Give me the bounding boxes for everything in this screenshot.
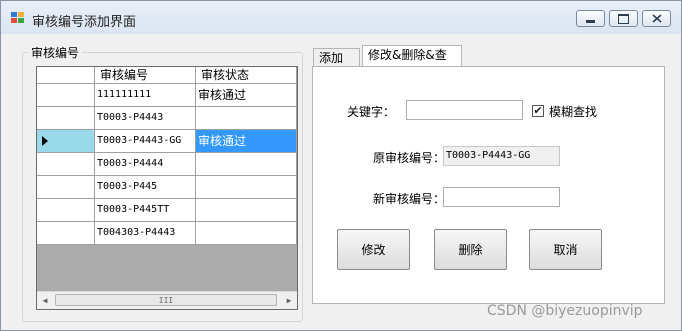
app-window: 审核编号添加界面 审核编号 审核编号 审核状态 111111111 审核通过 T… bbox=[0, 0, 682, 331]
row-header[interactable] bbox=[37, 84, 95, 107]
tab-add[interactable]: 添加 bbox=[313, 48, 360, 67]
new-number-input[interactable] bbox=[443, 187, 560, 207]
watermark-text: CSDN @biyezuopinvip bbox=[487, 303, 643, 319]
row-header[interactable] bbox=[37, 176, 95, 199]
window-content: 审核编号 审核编号 审核状态 111111111 审核通过 T0003-P444… bbox=[1, 35, 681, 330]
original-number-field[interactable]: T0003-P4443-GG bbox=[443, 146, 560, 166]
cell-audit-status[interactable] bbox=[196, 153, 297, 176]
row-header-selected[interactable] bbox=[37, 130, 95, 153]
new-number-label: 新审核编号： bbox=[373, 192, 446, 206]
tab-modify-delete-search[interactable]: 修改&删除&查找 bbox=[362, 45, 462, 80]
scroll-thumb[interactable]: III bbox=[55, 294, 277, 306]
column-header-audit-status[interactable]: 审核状态 bbox=[196, 67, 297, 84]
keyword-label: 关键字： bbox=[347, 105, 396, 119]
close-icon bbox=[651, 14, 662, 23]
cell-audit-status[interactable] bbox=[196, 199, 297, 222]
maximize-button[interactable] bbox=[609, 10, 638, 27]
tab-panel-modify: 关键字： ✔ 模糊查找 原审核编号： T0003-P4443-GG 新审核编号：… bbox=[312, 66, 665, 304]
cell-audit-number[interactable]: T0003-P445TT bbox=[95, 199, 196, 222]
current-row-arrow-icon bbox=[42, 136, 48, 146]
groupbox-label: 审核编号 bbox=[28, 44, 83, 61]
minimize-button[interactable] bbox=[576, 10, 605, 27]
fuzzy-search-checkbox[interactable]: ✔ bbox=[532, 105, 544, 117]
keyword-input[interactable] bbox=[406, 100, 523, 120]
scroll-left-arrow-icon[interactable]: ◀ bbox=[37, 292, 53, 309]
title-bar: 审核编号添加界面 bbox=[1, 1, 681, 34]
audit-data-grid[interactable]: 审核编号 审核状态 111111111 审核通过 T0003-P4443 T00… bbox=[36, 66, 298, 310]
cell-audit-status-selected[interactable]: 审核通过 bbox=[196, 130, 297, 153]
cell-audit-status[interactable] bbox=[196, 176, 297, 199]
close-button[interactable] bbox=[642, 10, 671, 27]
cell-audit-number[interactable]: T0003-P4443 bbox=[95, 107, 196, 130]
scroll-right-arrow-icon[interactable]: ▶ bbox=[281, 292, 297, 309]
app-icon bbox=[11, 12, 25, 24]
cell-audit-status[interactable] bbox=[196, 222, 297, 245]
cell-audit-status[interactable]: 审核通过 bbox=[196, 84, 297, 107]
row-header[interactable] bbox=[37, 153, 95, 176]
column-header-audit-number[interactable]: 审核编号 bbox=[95, 67, 196, 84]
audit-number-groupbox: 审核编号 审核编号 审核状态 111111111 审核通过 T0003-P444… bbox=[22, 44, 303, 322]
window-title: 审核编号添加界面 bbox=[32, 15, 137, 30]
cell-audit-number[interactable]: T0003-P4444 bbox=[95, 153, 196, 176]
cell-audit-number[interactable]: T004303-P4443 bbox=[95, 222, 196, 245]
original-number-label: 原审核编号： bbox=[373, 151, 446, 165]
cell-audit-number[interactable]: T0003-P4443-GG bbox=[95, 130, 196, 153]
fuzzy-search-label[interactable]: 模糊查找 bbox=[549, 103, 597, 120]
grid-corner-header[interactable] bbox=[37, 67, 95, 84]
row-header[interactable] bbox=[37, 222, 95, 245]
maximize-icon bbox=[618, 13, 629, 24]
row-header[interactable] bbox=[37, 199, 95, 222]
cell-audit-number[interactable]: 111111111 bbox=[95, 84, 196, 107]
minimize-icon bbox=[586, 19, 595, 23]
cancel-button[interactable]: 取消 bbox=[529, 229, 602, 270]
cell-audit-number[interactable]: T0003-P445 bbox=[95, 176, 196, 199]
cell-audit-status[interactable] bbox=[196, 107, 297, 130]
modify-button[interactable]: 修改 bbox=[337, 229, 410, 270]
delete-button[interactable]: 删除 bbox=[434, 229, 507, 270]
row-header[interactable] bbox=[37, 107, 95, 130]
horizontal-scrollbar[interactable]: ◀ III ▶ bbox=[37, 291, 297, 309]
